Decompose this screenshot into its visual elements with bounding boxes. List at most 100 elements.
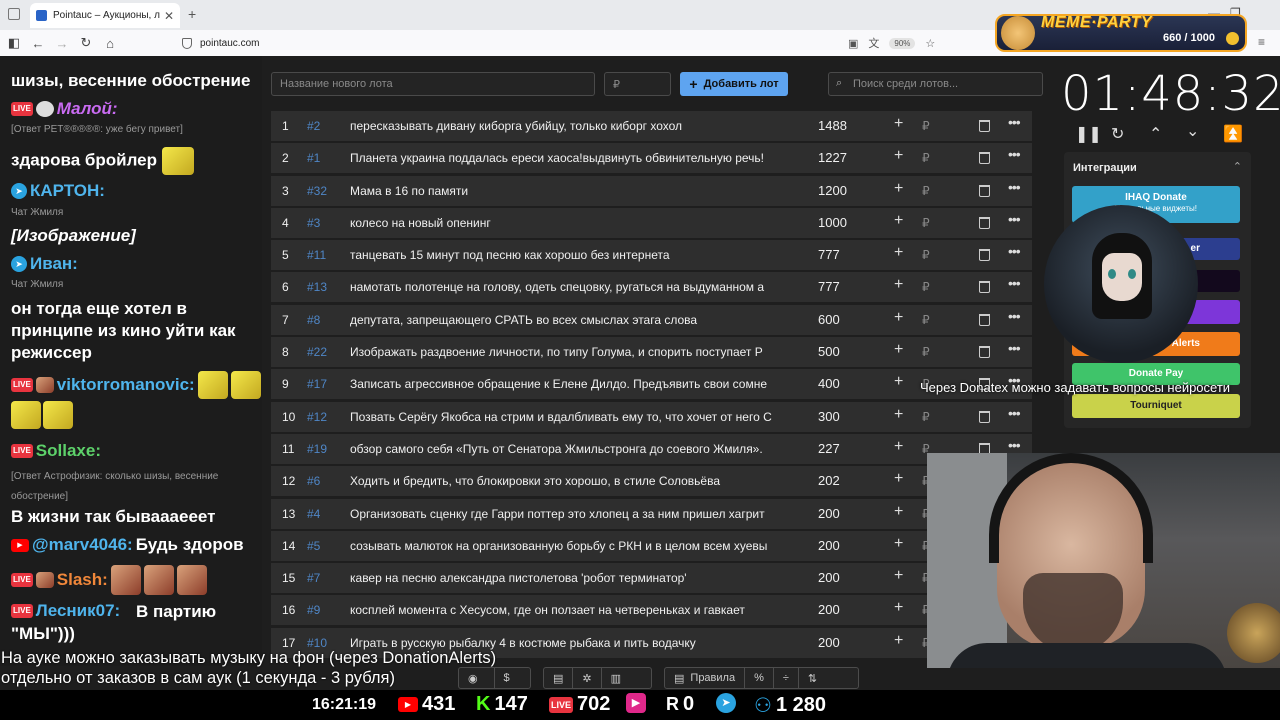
lot-name[interactable]: Планета украина поддалась ереси хаоса!вы… (350, 151, 790, 165)
trash-icon[interactable] (979, 216, 990, 229)
save-icon[interactable]: ▤ (544, 668, 574, 688)
lot-name[interactable]: Позвать Серёгу Якобса на стрим и вдалбли… (350, 410, 790, 424)
lot-name[interactable]: кавер на песню александра пистолетова 'р… (350, 571, 790, 585)
ruble-icon[interactable]: ₽ (922, 151, 930, 165)
lot-amount-input[interactable]: ₽ (604, 72, 671, 96)
forward-icon[interactable]: → (50, 36, 74, 51)
add-amount-icon[interactable]: + (894, 567, 903, 585)
more-icon[interactable]: ••• (1008, 211, 1021, 227)
add-amount-icon[interactable]: + (894, 599, 903, 617)
add-amount-icon[interactable]: + (894, 276, 903, 294)
add-amount-icon[interactable]: + (894, 632, 903, 650)
tourniquet-button[interactable]: Tourniquet (1072, 394, 1240, 418)
trash-icon[interactable] (979, 346, 990, 359)
more-icon[interactable]: ••• (1008, 243, 1021, 259)
reader-view-icon[interactable]: ▣ (848, 37, 858, 50)
sidebar-icon[interactable]: ◧ (2, 35, 26, 51)
ruble-icon[interactable]: ₽ (922, 184, 930, 198)
add-amount-icon[interactable]: + (894, 147, 903, 165)
ruble-icon[interactable]: ₽ (922, 313, 930, 327)
add-amount-icon[interactable]: + (894, 373, 903, 391)
lot-id[interactable]: #3 (307, 216, 320, 230)
ruble-icon[interactable]: ₽ (922, 280, 930, 294)
add-amount-icon[interactable]: + (894, 244, 903, 262)
lot-id[interactable]: #5 (307, 539, 320, 553)
reload-icon[interactable]: ↻ (74, 35, 98, 51)
trash-icon[interactable] (979, 249, 990, 262)
lot-id[interactable]: #6 (307, 474, 320, 488)
trash-icon[interactable] (979, 410, 990, 423)
sort-icon[interactable]: ⇅ (799, 668, 826, 688)
lot-name[interactable]: колесо на новый опенинг (350, 216, 790, 230)
lot-id[interactable]: #32 (307, 184, 327, 198)
delete-all-icon[interactable]: ▥ (602, 668, 630, 688)
lot-name[interactable]: косплей момента с Хесусом, где он ползае… (350, 603, 790, 617)
new-tab-icon[interactable]: + (188, 6, 196, 22)
address-bar[interactable]: pointauc.com (182, 37, 259, 49)
more-icon[interactable]: ••• (1008, 275, 1021, 291)
lot-name[interactable]: депутата, запрещающего СРАТЬ во всех смы… (350, 313, 790, 327)
lot-name[interactable]: пересказывать дивану киборга убийцу, тол… (350, 119, 790, 133)
more-icon[interactable]: ••• (1008, 437, 1021, 453)
pause-button[interactable]: ❚❚ (1075, 124, 1102, 144)
add-amount-icon[interactable]: + (894, 438, 903, 456)
chevron-up-icon[interactable]: ⌃ (1233, 160, 1242, 173)
zoom-level[interactable]: 90% (889, 37, 916, 49)
lot-id[interactable]: #11 (307, 248, 326, 262)
lot-id[interactable]: #4 (307, 507, 320, 521)
rules-button[interactable]: ▤ Правила (665, 668, 746, 688)
lot-id[interactable]: #9 (307, 603, 320, 617)
lot-id[interactable]: #22 (307, 345, 327, 359)
ruble-icon[interactable]: ₽ (922, 248, 930, 262)
trash-icon[interactable] (979, 184, 990, 197)
bookmark-icon[interactable]: ☆ (925, 37, 935, 50)
lot-name[interactable]: созывать малюток на организованную борьб… (350, 539, 790, 553)
add-amount-icon[interactable]: + (894, 180, 903, 198)
add-amount-icon[interactable]: + (894, 115, 903, 133)
add-amount-icon[interactable]: + (894, 341, 903, 359)
split-icon[interactable]: ÷ (774, 668, 799, 688)
lot-id[interactable]: #17 (307, 377, 327, 391)
back-icon[interactable]: ← (26, 36, 50, 51)
add-time-button[interactable]: ⌃ (1149, 124, 1162, 144)
ruble-icon[interactable]: ₽ (922, 216, 930, 230)
add-amount-icon[interactable]: + (894, 406, 903, 424)
more-icon[interactable]: ••• (1008, 114, 1021, 130)
more-icon[interactable]: ••• (1008, 405, 1021, 421)
trash-icon[interactable] (979, 120, 990, 132)
lot-id[interactable]: #7 (307, 571, 320, 585)
percent-icon[interactable]: % (745, 668, 774, 688)
add-amount-icon[interactable]: + (894, 470, 903, 488)
lot-id[interactable]: #12 (307, 410, 327, 424)
lot-name[interactable]: Ходить и бредить, что блокировки это хор… (350, 474, 790, 488)
lot-id[interactable]: #19 (307, 442, 327, 456)
subtract-time-button[interactable]: ⌄ (1186, 121, 1199, 141)
translate-icon[interactable]: 文 (868, 35, 879, 51)
trash-icon[interactable] (979, 281, 990, 294)
ruble-icon[interactable]: ₽ (922, 345, 930, 359)
lot-name[interactable]: Изображать раздвоение личности, по типу … (350, 345, 790, 359)
trash-icon[interactable] (979, 313, 990, 326)
more-icon[interactable]: ••• (1008, 146, 1021, 162)
lot-name[interactable]: Записать агрессивное обращение к Елене Д… (350, 377, 790, 391)
bug-icon[interactable]: ✲ (573, 668, 602, 688)
lot-name[interactable]: намотать полотенце на голову, одеть спец… (350, 280, 790, 294)
lot-name[interactable]: танцевать 15 минут под песню как хорошо … (350, 248, 790, 262)
lot-id[interactable]: #8 (307, 313, 320, 327)
lot-search-input[interactable]: ⌕ Поиск среди лотов... (828, 72, 1043, 96)
new-lot-input[interactable]: Название нового лота (271, 72, 595, 96)
close-tab-icon[interactable]: ✕ (164, 9, 174, 23)
ruble-icon[interactable]: ₽ (922, 119, 930, 133)
trash-icon[interactable] (979, 152, 990, 165)
add-amount-icon[interactable]: + (894, 309, 903, 327)
donate-icon[interactable]: $ (495, 668, 530, 688)
lot-id[interactable]: #2 (307, 119, 320, 133)
add-amount-icon[interactable]: + (894, 503, 903, 521)
lot-name[interactable]: Организовать сценку где Гарри поттер это… (350, 507, 790, 521)
browser-tab[interactable]: Pointauc – Аукционы, лотереи ✕ (30, 3, 180, 28)
tab-list-icon[interactable] (8, 8, 20, 20)
lot-name[interactable]: Мама в 16 по памяти (350, 184, 790, 198)
lot-id[interactable]: #1 (307, 151, 320, 165)
add-amount-icon[interactable]: + (894, 535, 903, 553)
add-amount-icon[interactable]: + (894, 212, 903, 230)
